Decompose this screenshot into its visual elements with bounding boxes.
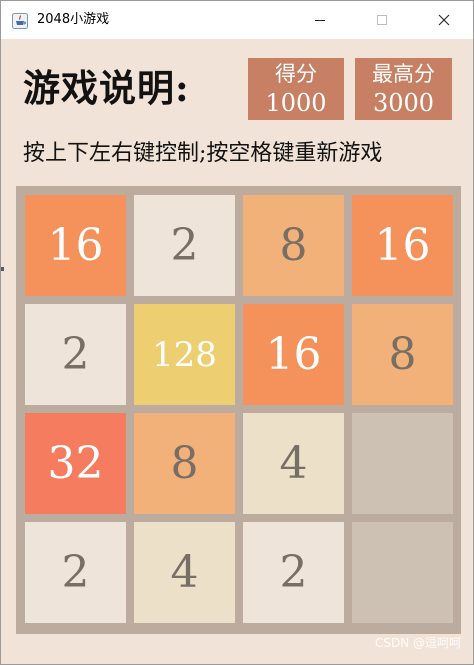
tile: 2	[134, 195, 235, 296]
tile: 4	[243, 413, 344, 514]
empty-tile	[352, 522, 453, 623]
watermark: CSDN @逗呵呵	[374, 636, 461, 650]
game-window: 2048小游戏 游戏说明: 得分 1000 最高分 3000 按上下左右键控制;…	[0, 0, 474, 665]
tile: 16	[243, 304, 344, 405]
maximize-button[interactable]	[359, 1, 405, 39]
minimize-button[interactable]	[297, 1, 343, 39]
instructions-heading: 游戏说明:	[23, 66, 190, 110]
title-bar[interactable]: 2048小游戏	[1, 1, 473, 39]
tile: 8	[134, 413, 235, 514]
score-label: 得分	[275, 62, 317, 86]
tile: 16	[25, 195, 126, 296]
tile: 128	[134, 304, 235, 405]
minimize-icon	[314, 11, 326, 30]
tile: 8	[352, 304, 453, 405]
tile: 2	[243, 522, 344, 623]
score-box: 得分 1000	[248, 58, 344, 120]
best-score-label: 最高分	[372, 62, 435, 86]
maximize-icon	[376, 11, 388, 30]
edge-marker	[1, 267, 4, 271]
tile: 4	[134, 522, 235, 623]
instructions-text: 按上下左右键控制;按空格键重新游戏	[23, 141, 383, 166]
tile: 8	[243, 195, 344, 296]
best-score-value: 3000	[372, 89, 435, 117]
java-app-icon	[12, 13, 28, 29]
tile: 32	[25, 413, 126, 514]
game-board[interactable]: 16 2 8 16 2 128 16 8 32 8 4 2 4 2	[16, 186, 461, 634]
close-button[interactable]	[421, 1, 467, 39]
close-icon	[438, 11, 450, 30]
tile: 16	[352, 195, 453, 296]
tile: 2	[25, 522, 126, 623]
empty-tile	[352, 413, 453, 514]
window-title: 2048小游戏	[37, 12, 110, 27]
score-value: 1000	[265, 89, 327, 117]
tile: 2	[25, 304, 126, 405]
best-score-box: 最高分 3000	[355, 58, 452, 120]
